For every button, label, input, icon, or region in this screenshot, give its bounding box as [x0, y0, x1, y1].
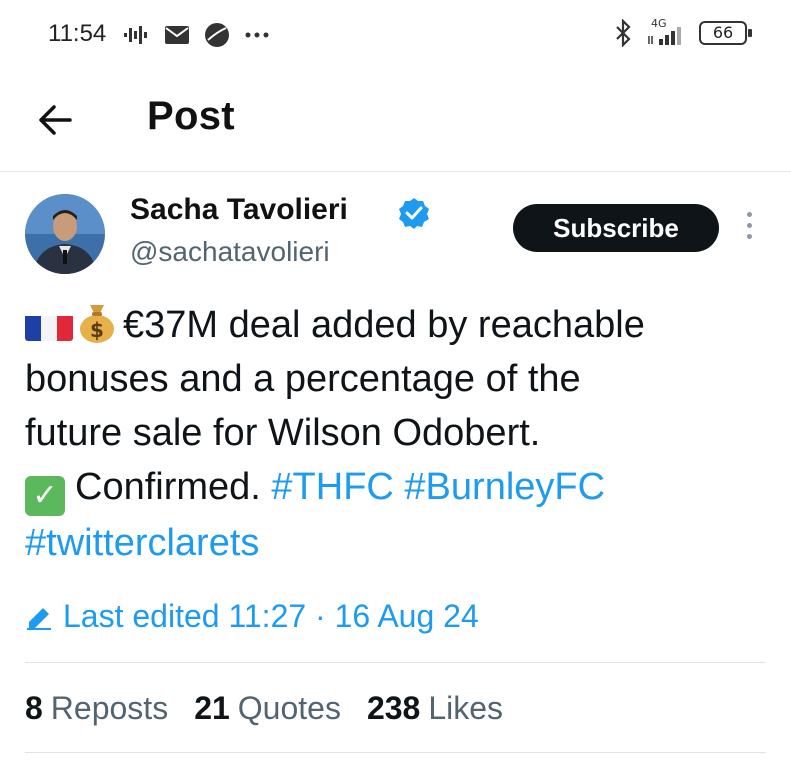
verified-badge-icon — [399, 198, 429, 229]
likes-count: 238 — [366, 690, 421, 726]
france-flag-icon — [25, 309, 73, 341]
post-text-line3: future sale for Wilson Odobert. — [25, 412, 541, 454]
post-text-line2: bonuses and a percentage of the — [25, 358, 581, 400]
back-button[interactable] — [34, 100, 82, 140]
hashtag-thfc[interactable]: #THFC — [271, 466, 393, 508]
app-globe-icon — [205, 23, 229, 47]
divider — [25, 752, 766, 753]
more-options-button[interactable] — [738, 212, 760, 244]
post-text-confirmed: Confirmed. — [75, 466, 261, 508]
system-icons: 4G 66 — [613, 17, 752, 47]
edited-label: Last edited 11:27 · 16 Aug 24 — [63, 598, 479, 634]
pencil-icon — [27, 607, 51, 630]
hashtag-twitterclarets[interactable]: #twitterclarets — [25, 522, 259, 564]
likes-label: Likes — [428, 690, 504, 726]
avatar[interactable] — [25, 194, 105, 274]
arrow-left-icon — [39, 105, 72, 135]
author-handle[interactable]: @sachatavolieri — [130, 236, 330, 268]
money-bag-icon: $ — [80, 305, 114, 343]
notification-icons — [124, 22, 270, 48]
edit-history-link[interactable]: Last edited 11:27 · 16 Aug 24 — [25, 598, 479, 635]
likes-stat[interactable]: 238 Likes — [367, 690, 503, 727]
reposts-stat[interactable]: 8 Reposts — [25, 690, 168, 727]
bluetooth-icon — [616, 19, 631, 47]
status-bar: 11:54 4G 66 — [0, 0, 791, 72]
quotes-label: Quotes — [237, 690, 341, 726]
page-header: Post — [0, 72, 791, 172]
mail-icon — [165, 26, 189, 44]
quotes-stat[interactable]: 21 Quotes — [194, 690, 341, 727]
quotes-count: 21 — [194, 690, 230, 726]
post-body: $ €37M deal added by reachable bonuses a… — [25, 298, 765, 570]
signal-icon: 4G — [645, 17, 687, 47]
check-mark-icon: ✓ — [25, 476, 65, 516]
status-time: 11:54 — [48, 20, 107, 47]
more-notifications-icon — [245, 32, 269, 38]
engagement-stats: 8 Reposts 21 Quotes 238 Likes — [25, 690, 503, 727]
reposts-count: 8 — [25, 690, 43, 726]
subscribe-button[interactable]: Subscribe — [513, 204, 719, 252]
svg-text:$: $ — [90, 318, 104, 342]
reposts-label: Reposts — [50, 690, 169, 726]
battery-icon: 66 — [699, 21, 752, 45]
divider — [25, 662, 766, 663]
author-name[interactable]: Sacha Tavolieri — [130, 193, 348, 227]
audio-waveform-icon — [124, 26, 147, 44]
page-title: Post — [147, 94, 235, 138]
hashtag-burnleyfc[interactable]: #BurnleyFC — [404, 466, 605, 508]
post-text-line1: €37M deal added by reachable — [123, 304, 645, 346]
